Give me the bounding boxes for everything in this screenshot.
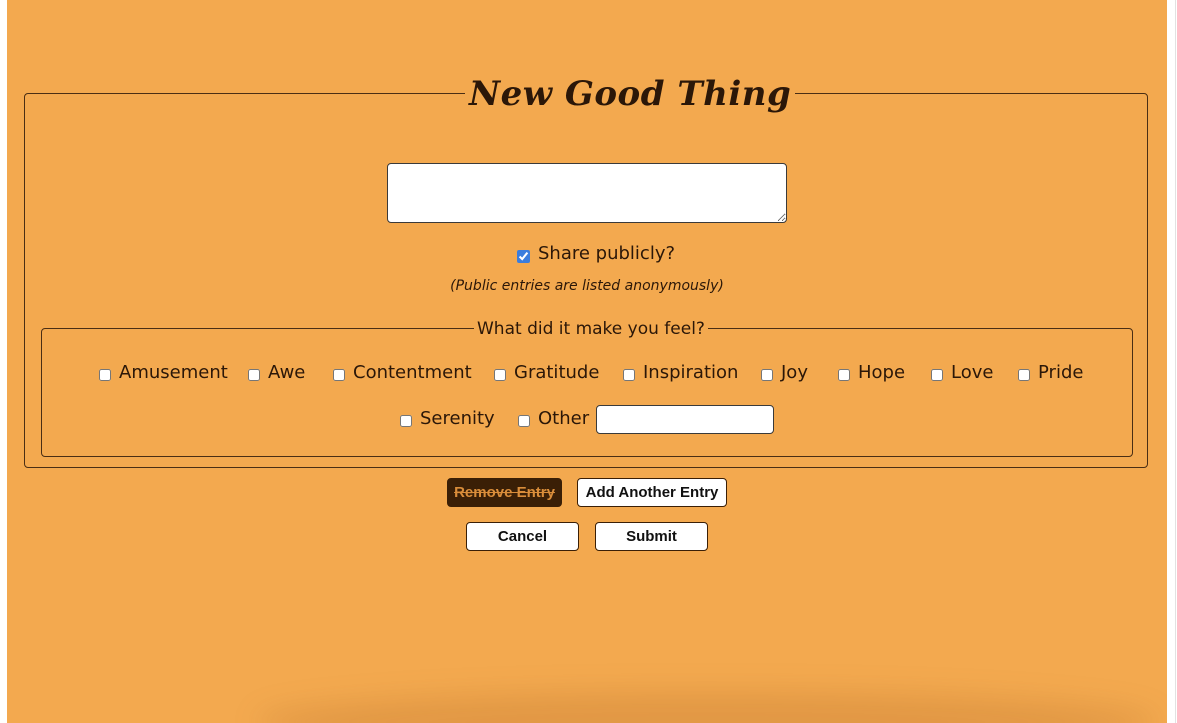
feeling-other-checkbox[interactable] bbox=[518, 415, 530, 427]
feeling-other-label[interactable]: Other bbox=[538, 408, 589, 429]
page-background: New Good Thing Share publicly? (Public e… bbox=[7, 0, 1167, 723]
feeling-serenity-checkbox[interactable] bbox=[400, 415, 412, 427]
submit-button[interactable]: Submit bbox=[595, 522, 708, 551]
feeling-awe[interactable]: Awe bbox=[248, 360, 305, 384]
feeling-serenity-label[interactable]: Serenity bbox=[420, 408, 495, 429]
window-edge bbox=[1175, 0, 1176, 723]
bottom-shadow bbox=[257, 692, 1157, 723]
feeling-hope-label[interactable]: Hope bbox=[858, 362, 905, 383]
feeling-contentment[interactable]: Contentment bbox=[333, 360, 472, 384]
share-publicly-checkbox[interactable] bbox=[517, 249, 530, 263]
feeling-love-checkbox[interactable] bbox=[931, 369, 943, 381]
feeling-contentment-label[interactable]: Contentment bbox=[353, 362, 472, 383]
feeling-awe-checkbox[interactable] bbox=[248, 369, 260, 381]
feeling-inspiration[interactable]: Inspiration bbox=[623, 360, 738, 384]
feeling-amusement[interactable]: Amusement bbox=[99, 360, 228, 384]
feeling-awe-label[interactable]: Awe bbox=[268, 362, 305, 383]
feeling-other[interactable]: Other bbox=[518, 406, 589, 430]
feelings-fieldset bbox=[41, 328, 1133, 457]
feeling-hope-checkbox[interactable] bbox=[838, 369, 850, 381]
feeling-pride-label[interactable]: Pride bbox=[1038, 362, 1083, 383]
feeling-inspiration-checkbox[interactable] bbox=[623, 369, 635, 381]
public-entries-note: (Public entries are listed anonymously) bbox=[450, 278, 724, 294]
feeling-amusement-checkbox[interactable] bbox=[99, 369, 111, 381]
feeling-joy-label[interactable]: Joy bbox=[781, 362, 808, 383]
feeling-contentment-checkbox[interactable] bbox=[333, 369, 345, 381]
feeling-gratitude-label[interactable]: Gratitude bbox=[514, 362, 599, 383]
cancel-button[interactable]: Cancel bbox=[466, 522, 579, 551]
share-publicly-label[interactable]: Share publicly? bbox=[538, 243, 675, 264]
feeling-pride-checkbox[interactable] bbox=[1018, 369, 1030, 381]
feeling-joy-checkbox[interactable] bbox=[761, 369, 773, 381]
feeling-serenity[interactable]: Serenity bbox=[400, 406, 495, 430]
add-another-entry-button[interactable]: Add Another Entry bbox=[577, 478, 727, 507]
feeling-love-label[interactable]: Love bbox=[951, 362, 993, 383]
form-title: New Good Thing bbox=[465, 66, 796, 122]
feeling-hope[interactable]: Hope bbox=[838, 360, 905, 384]
feeling-joy[interactable]: Joy bbox=[761, 360, 808, 384]
entry-textarea[interactable] bbox=[387, 163, 787, 223]
share-publicly-row: Share publicly? bbox=[517, 240, 675, 266]
feelings-legend: What did it make you feel? bbox=[474, 317, 708, 341]
other-feeling-input[interactable] bbox=[596, 405, 774, 434]
feeling-gratitude-checkbox[interactable] bbox=[494, 369, 506, 381]
feeling-amusement-label[interactable]: Amusement bbox=[119, 362, 228, 383]
feeling-love[interactable]: Love bbox=[931, 360, 993, 384]
feeling-gratitude[interactable]: Gratitude bbox=[494, 360, 599, 384]
feeling-inspiration-label[interactable]: Inspiration bbox=[643, 362, 738, 383]
feeling-pride[interactable]: Pride bbox=[1018, 360, 1083, 384]
remove-entry-button[interactable]: Remove Entry bbox=[447, 478, 562, 507]
